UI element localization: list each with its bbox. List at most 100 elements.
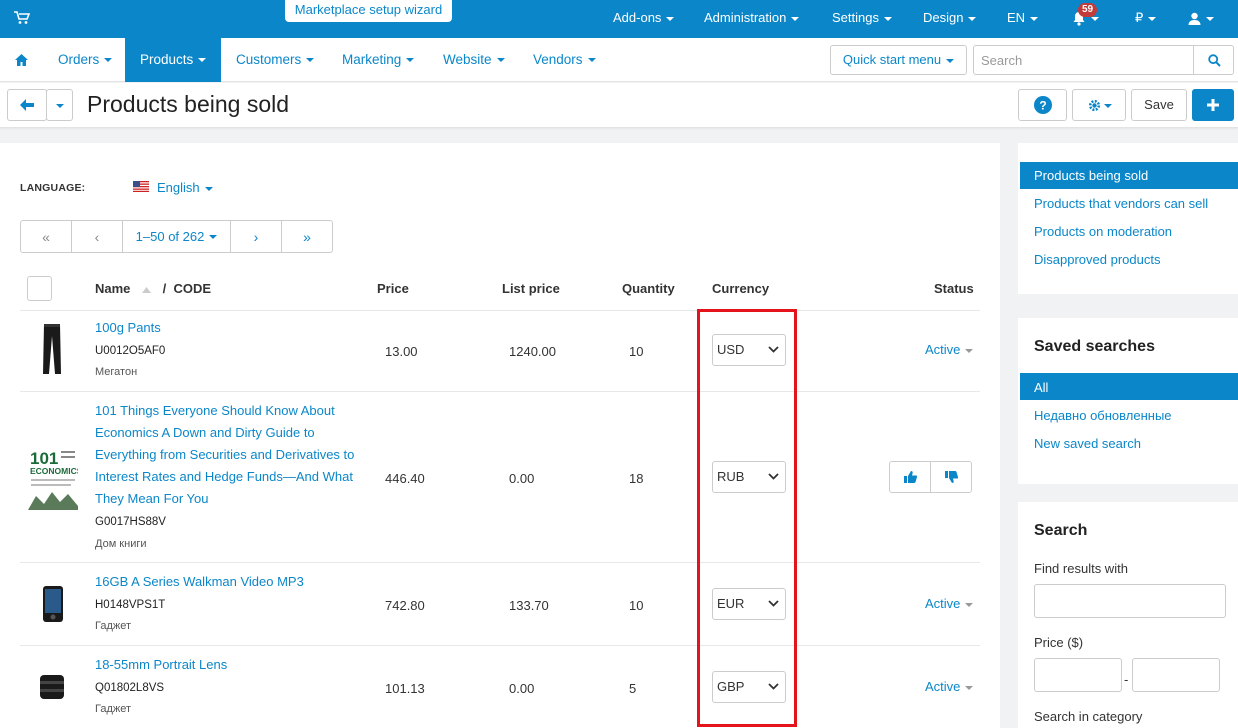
- cart-icon[interactable]: [14, 11, 30, 25]
- list-price-value[interactable]: 1240.00: [509, 344, 556, 359]
- status-dropdown[interactable]: Active: [925, 596, 974, 611]
- caret-down-icon: [965, 602, 974, 607]
- next-page-button[interactable]: ›: [231, 221, 282, 252]
- setup-wizard-button[interactable]: Marketplace setup wizard: [285, 0, 452, 22]
- status-dropdown[interactable]: Active: [925, 679, 974, 694]
- row-divider: [20, 310, 980, 311]
- price-from-input[interactable]: [1034, 658, 1122, 692]
- nav-website-label: Website: [443, 52, 492, 67]
- code-header-label[interactable]: CODE: [174, 281, 212, 296]
- quantity-value[interactable]: 10: [629, 344, 643, 359]
- select-all-checkbox[interactable]: [27, 276, 52, 301]
- last-page-button[interactable]: »: [282, 221, 332, 252]
- currency-symbol: ₽: [1135, 10, 1144, 25]
- list-price-value[interactable]: 0.00: [509, 471, 534, 486]
- product-code: G0017HS88V: [95, 516, 166, 528]
- quick-start-menu[interactable]: Quick start menu: [830, 45, 967, 75]
- price-range-dash: -: [1124, 672, 1129, 687]
- caret-down-icon: [1030, 16, 1039, 21]
- gear-icon: [1088, 99, 1101, 112]
- settings-menu[interactable]: Settings: [832, 0, 892, 38]
- price-value[interactable]: 446.40: [385, 471, 425, 486]
- list-price-value[interactable]: 133.70: [509, 598, 549, 613]
- status-dropdown[interactable]: Active: [925, 342, 974, 357]
- notification-count-badge: 59: [1078, 3, 1098, 17]
- product-thumbnail-mp3-player[interactable]: [42, 586, 64, 622]
- nav-products[interactable]: Products: [125, 38, 221, 82]
- price-value[interactable]: 101.13: [385, 681, 425, 696]
- product-name-link[interactable]: 16GB A Series Walkman Video MP3: [95, 571, 304, 593]
- language-selector[interactable]: English: [157, 180, 213, 195]
- quantity-value[interactable]: 10: [629, 598, 643, 613]
- list-price-column-header[interactable]: List price: [502, 281, 560, 296]
- first-page-button[interactable]: «: [21, 221, 72, 252]
- saved-search-recently-updated[interactable]: Недавно обновленные: [1034, 408, 1172, 423]
- administration-menu[interactable]: Administration: [704, 0, 800, 38]
- view-products-on-moderation[interactable]: Products on moderation: [1034, 224, 1172, 239]
- product-name-line[interactable]: They Mean For You: [95, 488, 354, 510]
- find-results-input[interactable]: [1034, 584, 1226, 618]
- language-label: LANGUAGE:: [20, 182, 86, 194]
- design-menu[interactable]: Design: [923, 0, 977, 38]
- price-value[interactable]: 742.80: [385, 598, 425, 613]
- product-name-link[interactable]: 100g Pants: [95, 317, 161, 339]
- thumbs-down-icon: [944, 471, 958, 483]
- prev-page-button[interactable]: ‹: [72, 221, 123, 252]
- view-disapproved-products[interactable]: Disapproved products: [1034, 252, 1160, 267]
- view-products-being-sold[interactable]: Products being sold: [1034, 168, 1148, 183]
- nav-orders[interactable]: Orders: [58, 38, 113, 82]
- thumbs-up-icon: [903, 471, 917, 483]
- name-column-header[interactable]: Name / CODE: [95, 281, 211, 296]
- main-nav: Orders Products Customers Marketing Webs…: [0, 38, 1238, 82]
- add-product-button[interactable]: [1192, 89, 1234, 121]
- saved-search-all[interactable]: All: [1034, 380, 1048, 395]
- price-filter-label: Price ($): [1034, 635, 1084, 650]
- quantity-column-header[interactable]: Quantity: [622, 281, 675, 296]
- approve-button[interactable]: [890, 462, 931, 492]
- product-name-link[interactable]: 18-55mm Portrait Lens: [95, 654, 227, 676]
- caret-down-icon: [104, 58, 113, 63]
- nav-customers[interactable]: Customers: [236, 38, 315, 82]
- currency-menu[interactable]: ₽: [1135, 0, 1157, 38]
- arrow-left-icon: [20, 99, 34, 111]
- status-column-header[interactable]: Status: [934, 281, 974, 296]
- product-code: Q01802L8VS: [95, 682, 165, 694]
- search-button[interactable]: [1193, 45, 1234, 75]
- currency-column-header[interactable]: Currency: [712, 281, 769, 296]
- save-button[interactable]: Save: [1131, 89, 1187, 121]
- search-input[interactable]: [973, 45, 1194, 75]
- back-button[interactable]: [7, 89, 47, 121]
- product-thumbnail-book[interactable]: 101 ECONOMICS: [28, 446, 78, 510]
- price-to-input[interactable]: [1132, 658, 1220, 692]
- product-thumbnail-lens[interactable]: [39, 673, 65, 701]
- product-name-line[interactable]: Interest Rates and Hedge Funds—And What: [95, 466, 354, 488]
- product-name-line[interactable]: Everything from Securities and Derivativ…: [95, 444, 354, 466]
- back-dropdown-button[interactable]: [46, 89, 73, 121]
- product-name-line[interactable]: Economics A Down and Dirty Guide to: [95, 422, 354, 444]
- price-value[interactable]: 13.00: [385, 344, 418, 359]
- caret-down-icon: [406, 58, 415, 63]
- page-range-dropdown[interactable]: 1–50 of 262: [123, 221, 231, 252]
- nav-marketing[interactable]: Marketing: [342, 38, 415, 82]
- nav-vendors[interactable]: Vendors: [533, 38, 596, 82]
- home-link[interactable]: [15, 38, 28, 82]
- nav-orders-label: Orders: [58, 52, 100, 67]
- product-thumbnail-pants[interactable]: [42, 324, 62, 376]
- price-column-header[interactable]: Price: [377, 281, 409, 296]
- active-saved-search-highlight: [1020, 373, 1238, 400]
- list-price-value[interactable]: 0.00: [509, 681, 534, 696]
- new-saved-search-link[interactable]: New saved search: [1034, 436, 1141, 451]
- user-menu[interactable]: [1188, 0, 1214, 38]
- quantity-value[interactable]: 5: [629, 681, 636, 696]
- language-menu[interactable]: EN: [1007, 0, 1039, 38]
- disapprove-button[interactable]: [931, 462, 971, 492]
- view-products-vendors-can-sell[interactable]: Products that vendors can sell: [1034, 196, 1208, 211]
- addons-menu[interactable]: Add-ons: [613, 0, 675, 38]
- help-button[interactable]: ?: [1018, 89, 1067, 121]
- product-name-link[interactable]: 101 Things Everyone Should Know About Ec…: [95, 400, 354, 510]
- product-name-line[interactable]: 101 Things Everyone Should Know About: [95, 400, 354, 422]
- quantity-value[interactable]: 18: [629, 471, 643, 486]
- chevron-right-icon: ›: [253, 228, 259, 245]
- nav-website[interactable]: Website: [443, 38, 505, 82]
- settings-gear-button[interactable]: [1072, 89, 1126, 121]
